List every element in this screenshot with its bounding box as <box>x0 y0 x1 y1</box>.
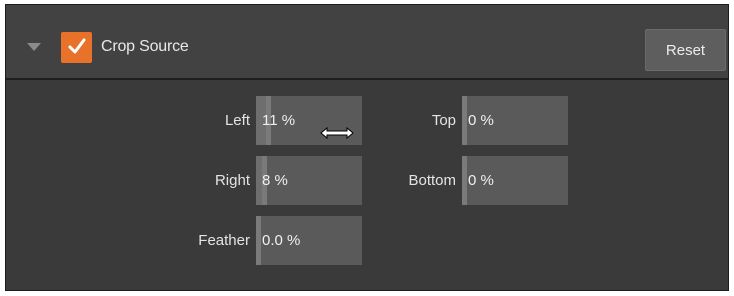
bottom-value: 0 % <box>468 172 494 189</box>
top-field[interactable]: 0 % <box>462 96 568 145</box>
checkmark-icon <box>68 38 86 54</box>
feather-field[interactable]: 0.0 % <box>256 216 362 265</box>
top-handle[interactable] <box>462 96 467 145</box>
crop-source-checkbox[interactable] <box>61 32 92 63</box>
top-label: Top <box>431 112 456 129</box>
left-label: Left <box>224 112 250 129</box>
reset-button[interactable]: Reset <box>645 29 726 71</box>
panel-header: Crop Source Reset <box>6 5 728 80</box>
left-value: 11 % <box>262 112 296 129</box>
right-label: Right <box>214 172 250 189</box>
feather-handle[interactable] <box>256 216 261 265</box>
feather-value: 0.0 % <box>262 232 301 249</box>
crop-controls: Left 11 % Top 0 % Right 8 % Bottom 0 % F… <box>6 80 728 290</box>
resize-horizontal-cursor-icon <box>320 127 354 139</box>
right-value: 8 % <box>262 172 288 189</box>
crop-source-panel: Crop Source Reset Left 11 % Top 0 % Righ… <box>5 4 729 291</box>
feather-label: Feather <box>198 232 250 249</box>
chevron-down-icon[interactable] <box>27 43 41 51</box>
top-value: 0 % <box>468 112 494 129</box>
section-title: Crop Source <box>101 38 189 55</box>
bottom-label: Bottom <box>408 172 456 189</box>
bottom-field[interactable]: 0 % <box>462 156 568 205</box>
bottom-handle[interactable] <box>462 156 467 205</box>
